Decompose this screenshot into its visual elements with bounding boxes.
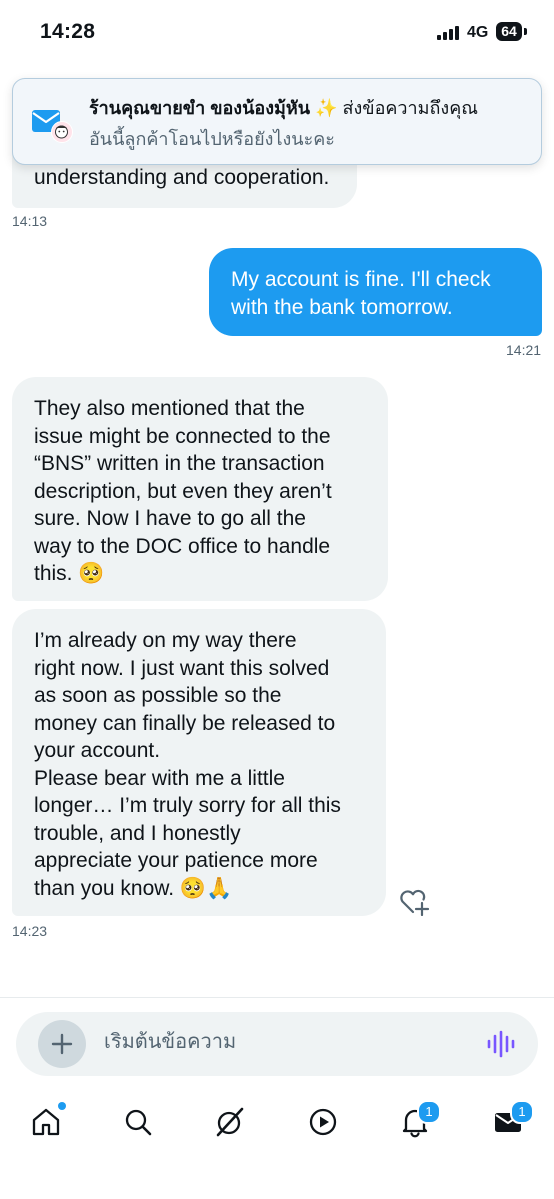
sender-avatar [51, 121, 73, 143]
message-timestamp: 14:21 [506, 342, 542, 358]
tab-messages[interactable]: 1 [480, 1086, 536, 1156]
home-icon [32, 1108, 60, 1136]
search-icon [125, 1109, 152, 1136]
tab-notifications[interactable]: 1 [387, 1086, 443, 1156]
message-notification-banner[interactable]: ร้านคุณขายขำ ของน้องมุ้หัน ✨ ส่งข้อความถ… [12, 78, 542, 165]
home-indicator [0, 1185, 554, 1199]
message-timestamp: 14:13 [12, 213, 48, 229]
network-type: 4G [467, 24, 489, 41]
message-text: I’m already on my way there right now. I… [34, 629, 341, 900]
add-reaction-icon[interactable] [398, 886, 430, 916]
plus-icon [51, 1033, 73, 1055]
signal-icon [437, 26, 461, 40]
voice-message-icon[interactable] [486, 1030, 516, 1058]
tab-video[interactable] [295, 1086, 351, 1156]
message-text: understanding and cooperation. [34, 166, 330, 189]
home-unread-dot [58, 1102, 66, 1110]
tab-search[interactable] [110, 1086, 166, 1156]
video-icon [309, 1108, 337, 1136]
status-time: 14:28 [40, 20, 96, 43]
composer-divider [0, 997, 554, 998]
grok-icon [216, 1107, 244, 1137]
message-text: My account is fine. I'll check with the … [231, 268, 491, 319]
battery-nub [524, 28, 527, 35]
battery-icon: 64 [496, 22, 522, 41]
notification-body: อันนี้ลูกค้าโอนไปหรือยังไงนะคะ [89, 129, 335, 149]
status-bar: 14:28 4G 64 [0, 0, 554, 66]
notification-sender: ร้านคุณขายขำ ของน้องมุ้หัน [89, 98, 311, 118]
messages-badge: 1 [510, 1100, 534, 1124]
notifications-badge: 1 [417, 1100, 441, 1124]
notification-title: ร้านคุณขายขำ ของน้องมุ้หัน ✨ ส่งข้อความถ… [89, 93, 478, 122]
sparkles-emoji: ✨ [315, 98, 338, 118]
message-composer [16, 1012, 538, 1076]
avatar-face-icon [55, 125, 68, 139]
message-input[interactable] [104, 1031, 464, 1054]
add-attachment-button[interactable] [38, 1020, 86, 1068]
message-bubble-outgoing[interactable]: My account is fine. I'll check with the … [209, 248, 542, 336]
notification-action: ส่งข้อความถึงคุณ [342, 98, 478, 118]
message-text: They also mentioned that the issue might… [34, 397, 332, 585]
message-bubble-incoming[interactable]: They also mentioned that the issue might… [12, 377, 388, 601]
tab-home[interactable] [18, 1086, 74, 1156]
message-timestamp: 14:23 [12, 923, 48, 939]
bottom-tab-bar: 1 1 [0, 1086, 554, 1166]
tab-grok[interactable] [202, 1086, 258, 1156]
message-bubble-incoming[interactable]: I’m already on my way there right now. I… [12, 609, 386, 916]
